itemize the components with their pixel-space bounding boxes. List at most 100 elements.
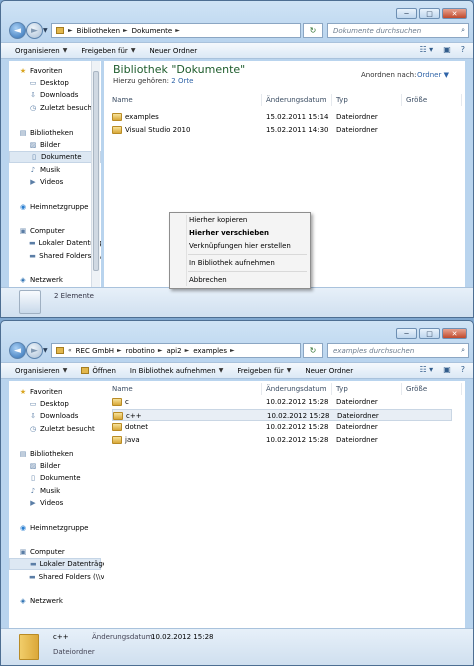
search-input[interactable]: examples durchsuchen ⌕ xyxy=(327,343,469,358)
file-type: Dateiordner xyxy=(336,423,378,431)
breadcrumb-item[interactable]: Bibliotheken ► xyxy=(77,27,128,35)
refresh-icon[interactable]: ↻ xyxy=(303,23,323,38)
share-with-button[interactable]: Freigeben für ▼ xyxy=(237,367,291,375)
sidebar-item[interactable]: ▯ Dokumente xyxy=(9,151,101,163)
file-name: c++ xyxy=(126,411,142,420)
sidebar-item[interactable]: ▭ Desktop xyxy=(9,398,101,410)
menu-item-include-in-library[interactable]: In Bibliothek aufnehmen xyxy=(189,259,275,267)
view-options-icon[interactable]: ☷ ▾ xyxy=(419,365,433,374)
scrollbar-thumb[interactable] xyxy=(93,71,99,271)
chevron-right-icon[interactable]: ► xyxy=(68,27,73,34)
forward-button[interactable]: ► xyxy=(26,342,43,359)
file-row[interactable]: Visual Studio 2010 15.02.2011 14:30 Dateio… xyxy=(112,124,452,136)
preview-pane-icon[interactable]: ▣ xyxy=(443,365,451,374)
sidebar-item[interactable]: ▤ Bibliotheken xyxy=(9,127,101,139)
sidebar-item[interactable]: ⇩ Downloads xyxy=(9,89,101,101)
column-header-date[interactable]: Änderungsdatum xyxy=(264,383,332,395)
sidebar-item[interactable]: ♪ Musik xyxy=(9,485,101,497)
sidebar-item[interactable]: ▣ Computer xyxy=(9,546,101,558)
minimize-button[interactable]: ─ xyxy=(396,328,417,339)
file-row[interactable]: c 10.02.2012 15:28 Dateiordner xyxy=(112,396,452,408)
column-header-date[interactable]: Änderungsdatum xyxy=(264,94,332,106)
new-folder-button[interactable]: Neuer Ordner xyxy=(149,47,197,55)
column-header-type[interactable]: Typ xyxy=(334,94,402,106)
arrange-by-dropdown[interactable]: Ordner ▼ xyxy=(417,71,449,79)
sidebar-item[interactable]: ♪ Musik xyxy=(9,164,101,176)
minimize-button[interactable]: ─ xyxy=(396,8,417,19)
close-button[interactable]: ✕ xyxy=(442,328,467,339)
sidebar-item[interactable]: ▤ Bibliotheken xyxy=(9,448,101,460)
address-bar[interactable]: « REC GmbH ► robotino ► api2 ► examples ► xyxy=(51,343,301,358)
sidebar-item[interactable]: ▭ Desktop xyxy=(9,77,101,89)
share-with-button[interactable]: Freigeben für ▼ xyxy=(81,47,135,55)
navigation-pane: ★ Favoriten ▭ Desktop ⇩ Downloads ◷ Zuletzt bes… xyxy=(9,61,101,287)
open-button[interactable]: Öffnen xyxy=(81,367,116,375)
back-button[interactable]: ◄ xyxy=(9,342,26,359)
column-header-type[interactable]: Typ xyxy=(334,383,402,395)
sidebar-item-label: Videos xyxy=(40,499,64,507)
file-date: 10.02.2012 15:28 xyxy=(266,435,329,444)
sidebar-item[interactable]: ▬ Lokaler Datenträg xyxy=(9,237,101,249)
menu-item-move-here[interactable]: Hierher verschieben xyxy=(189,229,269,237)
maximize-button[interactable]: □ xyxy=(419,8,440,19)
file-row[interactable]: java 10.02.2012 15:28 Dateiordner xyxy=(112,434,452,446)
library-title: Bibliothek "Dokumente" xyxy=(113,63,246,76)
sidebar-item[interactable]: ▬ Lokaler Datenträger xyxy=(9,558,105,570)
address-bar[interactable]: ► Bibliotheken ► Dokumente ► xyxy=(51,23,301,38)
breadcrumb-item[interactable]: api2 ► xyxy=(166,347,189,355)
sidebar-item[interactable]: ▬ Shared Folders (\\ xyxy=(9,250,101,262)
sidebar-item[interactable]: ◷ Zuletzt besucht xyxy=(9,102,101,114)
sidebar-item[interactable]: ◉ Heimnetzgruppe xyxy=(9,522,101,534)
history-dropdown-icon[interactable]: ▼ xyxy=(43,347,48,354)
navigation-pane-scrollbar[interactable] xyxy=(91,61,100,287)
star-icon: ★ xyxy=(19,388,27,396)
new-folder-button[interactable]: Neuer Ordner xyxy=(305,367,353,375)
breadcrumb-item[interactable]: robotino ► xyxy=(126,347,163,355)
sidebar-item[interactable]: ▯ Dokumente xyxy=(9,472,101,484)
sidebar-item[interactable]: ★ Favoriten xyxy=(9,386,101,398)
column-header-size[interactable]: Größe xyxy=(404,383,462,395)
sidebar-item[interactable]: ⇩ Downloads xyxy=(9,410,101,422)
back-button[interactable]: ◄ xyxy=(9,22,26,39)
command-bar: Organisieren ▼ Öffnen In Bibliothek aufne… xyxy=(1,362,473,379)
sidebar-item[interactable]: ◉ Heimnetzgruppe xyxy=(9,201,101,213)
view-options-icon[interactable]: ☷ ▾ xyxy=(419,45,433,54)
column-header-size[interactable]: Größe xyxy=(404,94,462,106)
help-icon[interactable]: ? xyxy=(461,365,465,374)
sidebar-item[interactable]: ◈ Netzwerk xyxy=(9,274,101,286)
breadcrumb-item[interactable]: examples ► xyxy=(193,347,234,355)
sidebar-item[interactable]: ▨ Bilder xyxy=(9,460,101,472)
search-input[interactable]: Dokumente durchsuchen ⌕ xyxy=(327,23,469,38)
column-header-name[interactable]: Name xyxy=(110,94,262,106)
sidebar-item[interactable]: ◈ Netzwerk xyxy=(9,595,101,607)
refresh-icon[interactable]: ↻ xyxy=(303,343,323,358)
locations-link[interactable]: 2 Orte xyxy=(171,77,193,85)
command-bar: Organisieren ▼ Freigeben für ▼ Neuer Ordne… xyxy=(1,42,473,59)
sidebar-item[interactable]: ▨ Bilder xyxy=(9,139,101,151)
breadcrumb-item[interactable]: Dokumente ► xyxy=(132,27,180,35)
preview-pane-icon[interactable]: ▣ xyxy=(443,45,451,54)
sidebar-item[interactable]: ▶ Videos xyxy=(9,176,101,188)
chevron-left-icon[interactable]: « xyxy=(68,347,72,354)
file-row[interactable]: dotnet 10.02.2012 15:28 Dateiordner xyxy=(112,421,452,433)
breadcrumb-item[interactable]: REC GmbH ► xyxy=(76,347,122,355)
sidebar-item[interactable]: ◷ Zuletzt besucht xyxy=(9,423,101,435)
history-dropdown-icon[interactable]: ▼ xyxy=(43,27,48,34)
include-in-library-button[interactable]: In Bibliothek aufnehmen ▼ xyxy=(130,367,223,375)
forward-button[interactable]: ► xyxy=(26,22,43,39)
organize-button[interactable]: Organisieren ▼ xyxy=(15,47,67,55)
sidebar-item[interactable]: ★ Favoriten xyxy=(9,65,101,77)
file-row[interactable]: c++ 10.02.2012 15:28 Dateiordner xyxy=(112,408,452,421)
sidebar-item[interactable]: ▶ Videos xyxy=(9,497,101,509)
sidebar-item[interactable]: ▬ Shared Folders (\\vm xyxy=(9,571,105,583)
sidebar-item[interactable]: ▣ Computer xyxy=(9,225,101,237)
close-button[interactable]: ✕ xyxy=(442,8,467,19)
file-row[interactable]: examples 15.02.2011 15:14 Dateiordner xyxy=(112,111,452,123)
column-header-name[interactable]: Name xyxy=(110,383,262,395)
organize-button[interactable]: Organisieren ▼ xyxy=(15,367,67,375)
help-icon[interactable]: ? xyxy=(461,45,465,54)
menu-item-copy-here[interactable]: Hierher kopieren xyxy=(189,216,247,224)
maximize-button[interactable]: □ xyxy=(419,328,440,339)
menu-item-create-shortcuts[interactable]: Verknüpfungen hier erstellen xyxy=(189,242,291,250)
menu-item-cancel[interactable]: Abbrechen xyxy=(189,276,227,284)
